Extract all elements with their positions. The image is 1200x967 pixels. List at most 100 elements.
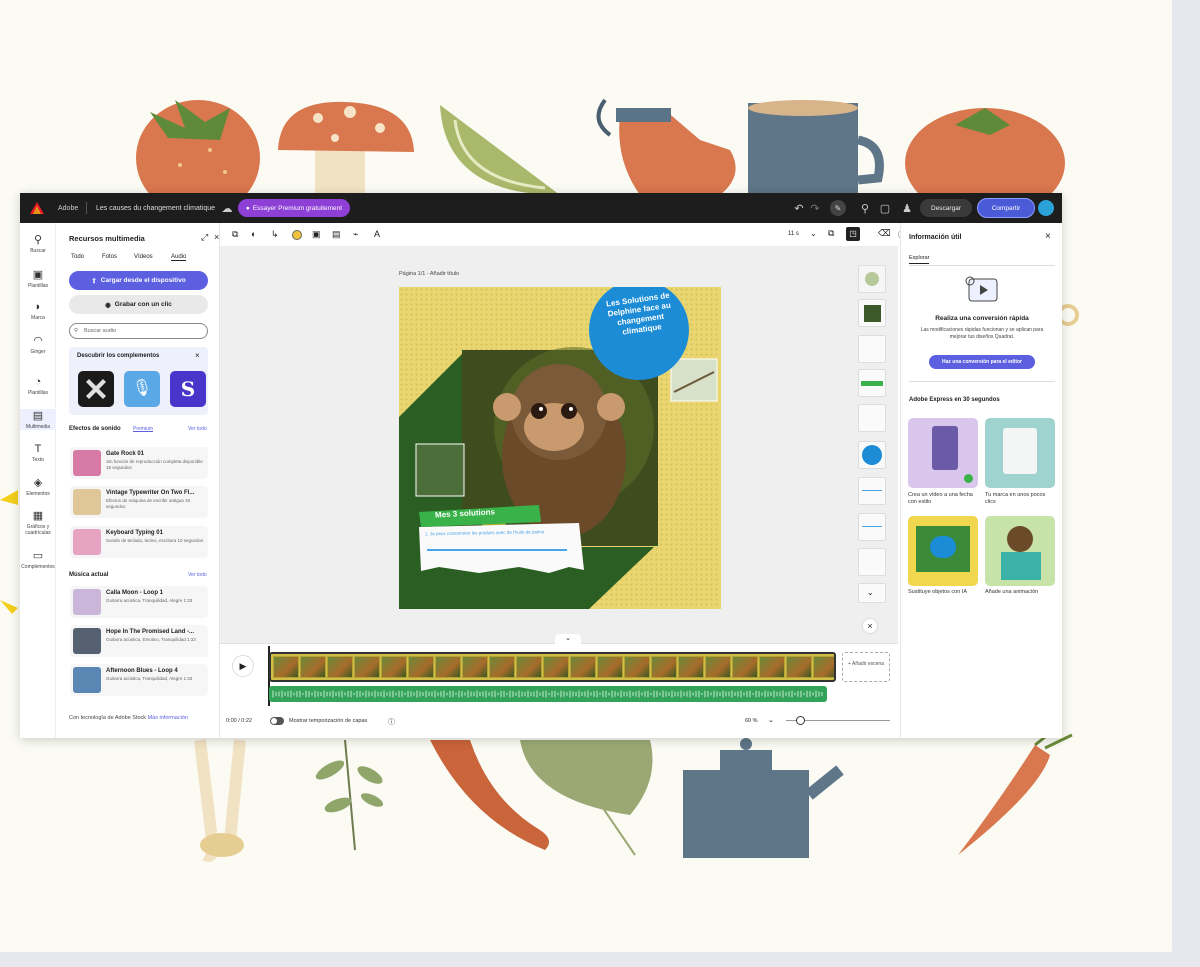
zoom-readout[interactable]: 60 %	[745, 718, 758, 724]
rail-item-audio[interactable]: ◠ Ginger	[20, 334, 56, 355]
page-thumbnail[interactable]	[858, 513, 886, 541]
divider	[86, 202, 87, 214]
avatar[interactable]	[1038, 200, 1054, 216]
home-link[interactable]: Adobe	[58, 193, 78, 223]
crown-icon: ●	[245, 204, 250, 212]
close-icon[interactable]: ×	[862, 618, 878, 634]
filter-icon[interactable]: ▣	[312, 229, 321, 240]
addon-logo-icon[interactable]	[78, 371, 114, 407]
view-all-link[interactable]: Ver todo	[188, 572, 207, 578]
tab-explore[interactable]: Explorar	[909, 255, 930, 264]
left-rail: ⚲ Buscar ▣ Plantillas ◗ Marca ◠ Ginger ◔ Plan…	[20, 223, 56, 738]
layers-icon[interactable]: ▤	[332, 229, 341, 240]
list-item[interactable]: Calla Moon - Loop 1 Guitarra acústica, Tr…	[70, 586, 208, 618]
trash-icon[interactable]: ⌫	[878, 228, 891, 239]
magic-icon[interactable]: ✎	[830, 200, 846, 216]
close-icon[interactable]: ×	[1045, 231, 1051, 242]
rail-item-media[interactable]: ▤ Multimedia	[20, 409, 56, 430]
tutorial-caption: Sustituye objetos con IA	[908, 589, 968, 595]
crop-icon[interactable]: ⧉	[232, 229, 238, 240]
page-thumbnail[interactable]	[858, 369, 886, 397]
tutorial-card[interactable]	[908, 516, 978, 586]
rail-item-brand[interactable]: ◗ Marca	[20, 301, 56, 321]
rail-item-search[interactable]: ⚲ Buscar	[20, 233, 56, 254]
download-button[interactable]: Descargar	[920, 199, 972, 217]
location-pin-icon[interactable]: ⚲	[856, 193, 874, 223]
list-item[interactable]: Gate Rock 01 Sin función de reproducción …	[70, 447, 208, 479]
chevron-down-icon[interactable]: ⌄	[810, 229, 817, 238]
play-button[interactable]: ▶	[232, 655, 254, 677]
tab-videos[interactable]: Vídeos	[134, 254, 153, 260]
list-item[interactable]: Keyboard Typing 01 Sonido de teclado, tec…	[70, 526, 208, 558]
tutorial-card[interactable]	[985, 516, 1055, 586]
page-thumbnail[interactable]	[858, 335, 886, 363]
comment-icon[interactable]: ▢	[876, 193, 894, 223]
expand-icon[interactable]: ⤢	[201, 232, 208, 243]
animate-icon[interactable]: ◳	[846, 227, 860, 241]
copy-icon[interactable]: ⧉	[828, 228, 834, 239]
redo-icon[interactable]: ↷	[806, 193, 824, 223]
brush-icon[interactable]: ↳	[271, 229, 279, 240]
play-icon[interactable]	[73, 450, 101, 476]
close-icon[interactable]: ×	[214, 232, 219, 242]
rail-item-text[interactable]: T Texto	[20, 443, 56, 463]
page-thumbnail[interactable]	[858, 404, 886, 432]
play-icon[interactable]	[73, 529, 101, 555]
list-item[interactable]: Afternoon Blues - Loop 4 Guitarra acústic…	[70, 664, 208, 696]
rail-item-elements[interactable]: ◈ Elementos	[20, 476, 56, 497]
tutorial-card[interactable]	[908, 418, 978, 488]
list-item[interactable]: Vintage Typewriter On Two Fl... Efectos d…	[70, 486, 208, 518]
share-button[interactable]: Compartir	[977, 198, 1035, 218]
close-icon[interactable]: ×	[195, 351, 200, 360]
page-thumbnail[interactable]	[858, 265, 886, 293]
collapse-chevron-icon[interactable]: ⌄	[555, 634, 581, 644]
divider	[909, 265, 1055, 266]
duration-select[interactable]: 11 s	[788, 231, 799, 237]
page-thumbnail[interactable]	[858, 477, 886, 505]
accessibility-icon[interactable]: ♟	[898, 193, 916, 223]
color-swatch[interactable]	[292, 230, 302, 240]
play-icon[interactable]	[73, 589, 101, 615]
rail-item-shapes[interactable]: ◔ Plantillas	[20, 376, 56, 396]
chevron-down-icon[interactable]: ⌄	[768, 716, 774, 724]
more-info-link[interactable]: Más información	[148, 715, 188, 721]
s-addon-icon[interactable]: S	[170, 371, 206, 407]
page-thumbnail[interactable]: ⌄	[858, 583, 886, 603]
template-icon: ▣	[32, 269, 44, 281]
video-frame	[624, 656, 650, 678]
convert-button[interactable]: Haz una conversión para el editor	[929, 355, 1035, 369]
audio-track[interactable]	[269, 686, 827, 702]
search-input[interactable]: ⚲ Buscar audio	[69, 323, 208, 339]
translate-icon[interactable]: A	[374, 229, 380, 239]
shape-icon[interactable]: ◐	[251, 229, 256, 239]
page-thumbnail[interactable]	[858, 548, 886, 576]
rail-item-templates[interactable]: ▣ Plantillas	[20, 268, 56, 289]
adobe-logo-icon[interactable]	[28, 193, 46, 223]
list-item[interactable]: Hope In The Promised Land -... Guitarra a…	[70, 625, 208, 657]
design-canvas[interactable]: Les Solutions de Delphine face au change…	[399, 287, 721, 609]
info-icon[interactable]: ⓘ	[388, 717, 395, 727]
rail-item-grids[interactable]: ▦ Gráficos y cuadrículas	[20, 509, 56, 536]
add-scene-button[interactable]: + Añadir escena	[842, 652, 890, 682]
layer-timing-toggle[interactable]	[270, 717, 284, 725]
tab-all[interactable]: Todo	[71, 254, 84, 260]
tab-audio[interactable]: Audio	[171, 254, 187, 261]
record-button[interactable]: ◉ Grabar con un clic	[69, 295, 208, 314]
video-track[interactable]	[269, 652, 836, 682]
view-all-link[interactable]: Ver todo	[188, 426, 207, 432]
page-thumbnail[interactable]	[858, 299, 886, 327]
premium-button[interactable]: ● Essayer Premium gratuitement	[238, 199, 350, 217]
rail-item-addons[interactable]: ▭ Complementos	[20, 549, 56, 570]
tab-photos[interactable]: Fotos	[102, 254, 117, 260]
link-icon[interactable]: ⌁	[353, 229, 358, 240]
voice-addon-icon[interactable]: 🎙	[124, 371, 160, 407]
upload-button[interactable]: ⇪ Cargar desde el dispositivo	[69, 271, 208, 290]
project-title[interactable]: Les causes du changement climatique	[96, 193, 215, 223]
play-icon[interactable]	[73, 667, 101, 693]
video-frame	[597, 656, 623, 678]
play-icon[interactable]	[73, 628, 101, 654]
tutorial-card[interactable]	[985, 418, 1055, 488]
page-thumbnail[interactable]	[858, 441, 886, 469]
zoom-slider-handle[interactable]	[796, 716, 805, 725]
play-icon[interactable]	[73, 489, 101, 515]
